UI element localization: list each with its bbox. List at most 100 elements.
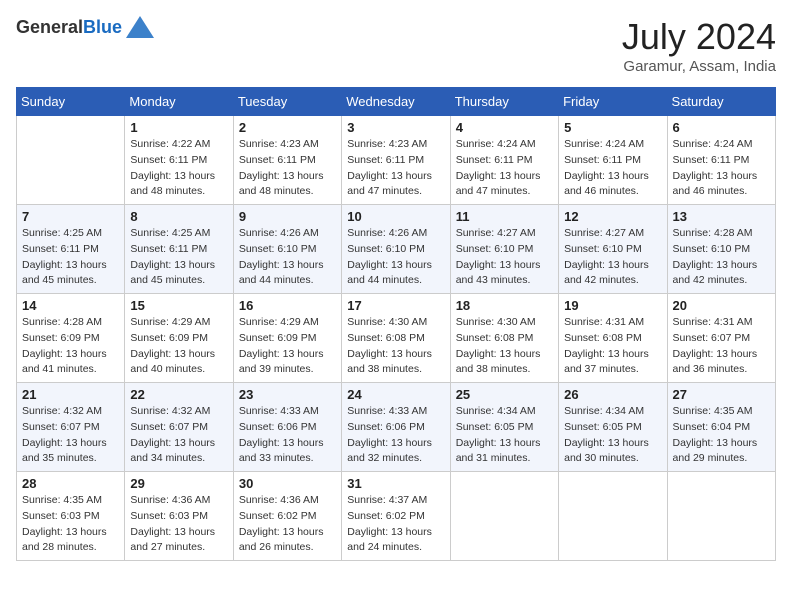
day-number: 14 — [22, 298, 119, 313]
day-info: Sunrise: 4:31 AMSunset: 6:08 PMDaylight:… — [564, 315, 661, 378]
calendar-week-row: 21 Sunrise: 4:32 AMSunset: 6:07 PMDayligh… — [17, 383, 776, 472]
calendar-cell — [667, 472, 775, 561]
calendar-cell: 20 Sunrise: 4:31 AMSunset: 6:07 PMDayligh… — [667, 294, 775, 383]
day-number: 4 — [456, 120, 553, 135]
day-number: 18 — [456, 298, 553, 313]
calendar-cell: 4 Sunrise: 4:24 AMSunset: 6:11 PMDaylight… — [450, 116, 558, 205]
calendar-cell: 3Sunrise: 4:23 AMSunset: 6:11 PMDaylight… — [342, 116, 450, 205]
day-info: Sunrise: 4:30 AMSunset: 6:08 PMDaylight:… — [347, 315, 444, 378]
calendar-cell — [17, 116, 125, 205]
day-info: Sunrise: 4:28 AMSunset: 6:10 PMDaylight:… — [673, 226, 770, 289]
calendar-week-row: 7 Sunrise: 4:25 AMSunset: 6:11 PMDaylight… — [17, 205, 776, 294]
day-number: 31 — [347, 476, 444, 491]
calendar-cell: 21Sunrise: 4:32 AMSunset: 6:07 PMDayligh… — [17, 383, 125, 472]
day-number: 6 — [673, 120, 770, 135]
calendar-cell: 25Sunrise: 4:34 AMSunset: 6:05 PMDayligh… — [450, 383, 558, 472]
day-info: Sunrise: 4:26 AMSunset: 6:10 PMDaylight:… — [239, 226, 336, 289]
calendar-cell: 14 Sunrise: 4:28 AMSunset: 6:09 PMDayligh… — [17, 294, 125, 383]
calendar-cell: 23 Sunrise: 4:33 AMSunset: 6:06 PMDayligh… — [233, 383, 341, 472]
calendar-cell: 9Sunrise: 4:26 AMSunset: 6:10 PMDaylight… — [233, 205, 341, 294]
day-number: 2 — [239, 120, 336, 135]
weekday-header-wednesday: Wednesday — [342, 88, 450, 116]
logo-blue-text: Blue — [83, 17, 122, 37]
day-info: Sunrise: 4:28 AMSunset: 6:09 PMDaylight:… — [22, 315, 119, 378]
calendar-week-row: 14 Sunrise: 4:28 AMSunset: 6:09 PMDayligh… — [17, 294, 776, 383]
logo: GeneralBlue — [16, 16, 154, 38]
day-info: Sunrise: 4:33 AMSunset: 6:06 PMDaylight:… — [239, 404, 336, 467]
day-info: Sunrise: 4:29 AMSunset: 6:09 PMDaylight:… — [239, 315, 336, 378]
weekday-header-sunday: Sunday — [17, 88, 125, 116]
calendar-cell: 13Sunrise: 4:28 AMSunset: 6:10 PMDayligh… — [667, 205, 775, 294]
day-info: Sunrise: 4:35 AMSunset: 6:04 PMDaylight:… — [673, 404, 770, 467]
calendar-cell: 31 Sunrise: 4:37 AMSunset: 6:02 PMDayligh… — [342, 472, 450, 561]
day-info: Sunrise: 4:25 AMSunset: 6:11 PMDaylight:… — [22, 226, 119, 289]
weekday-header-row: SundayMondayTuesdayWednesdayThursdayFrid… — [17, 88, 776, 116]
logo-general-text: General — [16, 17, 83, 37]
calendar-cell: 6 Sunrise: 4:24 AMSunset: 6:11 PMDaylight… — [667, 116, 775, 205]
header: GeneralBlue July 2024 Garamur, Assam, In… — [16, 16, 776, 75]
day-info: Sunrise: 4:22 AMSunset: 6:11 PMDaylight:… — [130, 137, 227, 200]
day-number: 27 — [673, 387, 770, 402]
day-info: Sunrise: 4:34 AMSunset: 6:05 PMDaylight:… — [456, 404, 553, 467]
day-info: Sunrise: 4:23 AMSunset: 6:11 PMDaylight:… — [239, 137, 336, 200]
day-number: 7 — [22, 209, 119, 224]
calendar-week-row: 28 Sunrise: 4:35 AMSunset: 6:03 PMDayligh… — [17, 472, 776, 561]
calendar-table: SundayMondayTuesdayWednesdayThursdayFrid… — [16, 87, 776, 561]
calendar-cell: 2 Sunrise: 4:23 AMSunset: 6:11 PMDaylight… — [233, 116, 341, 205]
day-number: 11 — [456, 209, 553, 224]
day-number: 15 — [130, 298, 227, 313]
location-title: Garamur, Assam, India — [622, 58, 776, 75]
calendar-cell: 18 Sunrise: 4:30 AMSunset: 6:08 PMDayligh… — [450, 294, 558, 383]
weekday-header-thursday: Thursday — [450, 88, 558, 116]
day-number: 28 — [22, 476, 119, 491]
day-number: 5 — [564, 120, 661, 135]
day-number: 20 — [673, 298, 770, 313]
day-number: 21 — [22, 387, 119, 402]
calendar-body: 1 Sunrise: 4:22 AMSunset: 6:11 PMDaylight… — [17, 116, 776, 561]
day-info: Sunrise: 4:25 AMSunset: 6:11 PMDaylight:… — [130, 226, 227, 289]
calendar-cell: 11 Sunrise: 4:27 AMSunset: 6:10 PMDayligh… — [450, 205, 558, 294]
weekday-header-monday: Monday — [125, 88, 233, 116]
calendar-cell: 12Sunrise: 4:27 AMSunset: 6:10 PMDayligh… — [559, 205, 667, 294]
day-number: 1 — [130, 120, 227, 135]
calendar-cell — [559, 472, 667, 561]
day-number: 10 — [347, 209, 444, 224]
day-info: Sunrise: 4:29 AMSunset: 6:09 PMDaylight:… — [130, 315, 227, 378]
day-info: Sunrise: 4:36 AMSunset: 6:03 PMDaylight:… — [130, 493, 227, 556]
day-number: 3 — [347, 120, 444, 135]
day-number: 16 — [239, 298, 336, 313]
calendar-header: SundayMondayTuesdayWednesdayThursdayFrid… — [17, 88, 776, 116]
logo-icon — [126, 16, 154, 38]
day-info: Sunrise: 4:24 AMSunset: 6:11 PMDaylight:… — [673, 137, 770, 200]
calendar-cell: 15 Sunrise: 4:29 AMSunset: 6:09 PMDayligh… — [125, 294, 233, 383]
day-info: Sunrise: 4:27 AMSunset: 6:10 PMDaylight:… — [564, 226, 661, 289]
calendar-cell: 5Sunrise: 4:24 AMSunset: 6:11 PMDaylight… — [559, 116, 667, 205]
day-info: Sunrise: 4:33 AMSunset: 6:06 PMDaylight:… — [347, 404, 444, 467]
day-info: Sunrise: 4:26 AMSunset: 6:10 PMDaylight:… — [347, 226, 444, 289]
calendar-cell: 19Sunrise: 4:31 AMSunset: 6:08 PMDayligh… — [559, 294, 667, 383]
calendar-cell: 28 Sunrise: 4:35 AMSunset: 6:03 PMDayligh… — [17, 472, 125, 561]
day-number: 29 — [130, 476, 227, 491]
calendar-cell: 7 Sunrise: 4:25 AMSunset: 6:11 PMDaylight… — [17, 205, 125, 294]
day-info: Sunrise: 4:24 AMSunset: 6:11 PMDaylight:… — [456, 137, 553, 200]
weekday-header-friday: Friday — [559, 88, 667, 116]
calendar-cell: 30 Sunrise: 4:36 AMSunset: 6:02 PMDayligh… — [233, 472, 341, 561]
day-info: Sunrise: 4:35 AMSunset: 6:03 PMDaylight:… — [22, 493, 119, 556]
day-info: Sunrise: 4:31 AMSunset: 6:07 PMDaylight:… — [673, 315, 770, 378]
title-area: July 2024 Garamur, Assam, India — [622, 16, 776, 75]
day-info: Sunrise: 4:36 AMSunset: 6:02 PMDaylight:… — [239, 493, 336, 556]
day-number: 24 — [347, 387, 444, 402]
calendar-cell: 10 Sunrise: 4:26 AMSunset: 6:10 PMDayligh… — [342, 205, 450, 294]
day-info: Sunrise: 4:27 AMSunset: 6:10 PMDaylight:… — [456, 226, 553, 289]
day-number: 22 — [130, 387, 227, 402]
calendar-cell: 24 Sunrise: 4:33 AMSunset: 6:06 PMDayligh… — [342, 383, 450, 472]
calendar-cell — [450, 472, 558, 561]
day-number: 30 — [239, 476, 336, 491]
day-info: Sunrise: 4:37 AMSunset: 6:02 PMDaylight:… — [347, 493, 444, 556]
day-number: 23 — [239, 387, 336, 402]
calendar-cell: 17Sunrise: 4:30 AMSunset: 6:08 PMDayligh… — [342, 294, 450, 383]
day-info: Sunrise: 4:32 AMSunset: 6:07 PMDaylight:… — [130, 404, 227, 467]
month-title: July 2024 — [622, 16, 776, 58]
day-info: Sunrise: 4:30 AMSunset: 6:08 PMDaylight:… — [456, 315, 553, 378]
calendar-cell: 16 Sunrise: 4:29 AMSunset: 6:09 PMDayligh… — [233, 294, 341, 383]
